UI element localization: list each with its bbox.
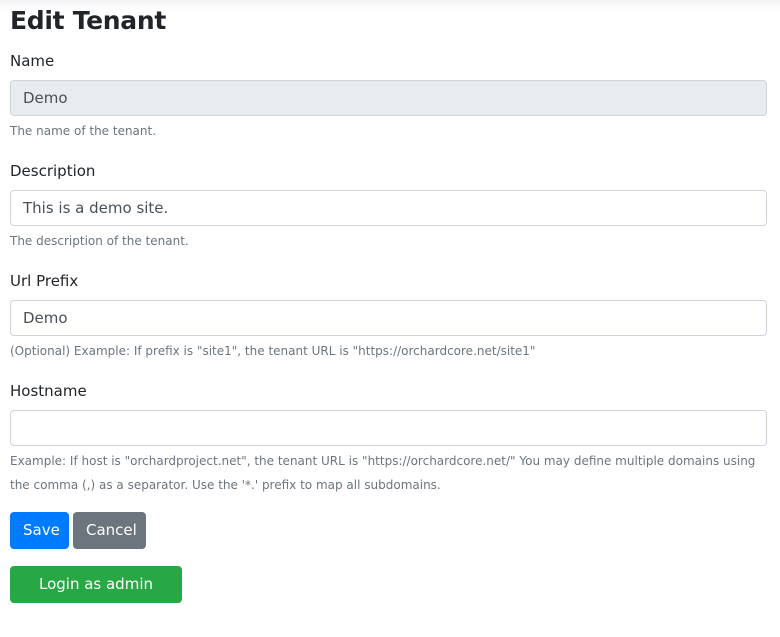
name-help-text: The name of the tenant. — [10, 124, 157, 138]
hostname-field[interactable] — [10, 410, 767, 446]
name-field[interactable]: Demo — [10, 80, 767, 116]
cancel-button[interactable]: Cancel — [73, 512, 146, 549]
url-prefix-field[interactable]: Demo — [10, 300, 767, 336]
save-button[interactable]: Save — [10, 512, 69, 549]
description-field[interactable]: This is a demo site. — [10, 190, 767, 226]
description-label: Description — [10, 162, 96, 180]
description-help-text: The description of the tenant. — [10, 234, 189, 248]
page-title: Edit Tenant — [10, 6, 167, 35]
url-prefix-label: Url Prefix — [10, 272, 79, 290]
hostname-label: Hostname — [10, 382, 87, 400]
hostname-help-text: Example: If host is "orchardproject.net"… — [10, 454, 756, 492]
url-prefix-help-text: (Optional) Example: If prefix is "site1"… — [10, 344, 536, 358]
name-label: Name — [10, 52, 55, 70]
login-as-admin-button[interactable]: Login as admin user — [10, 566, 182, 628]
